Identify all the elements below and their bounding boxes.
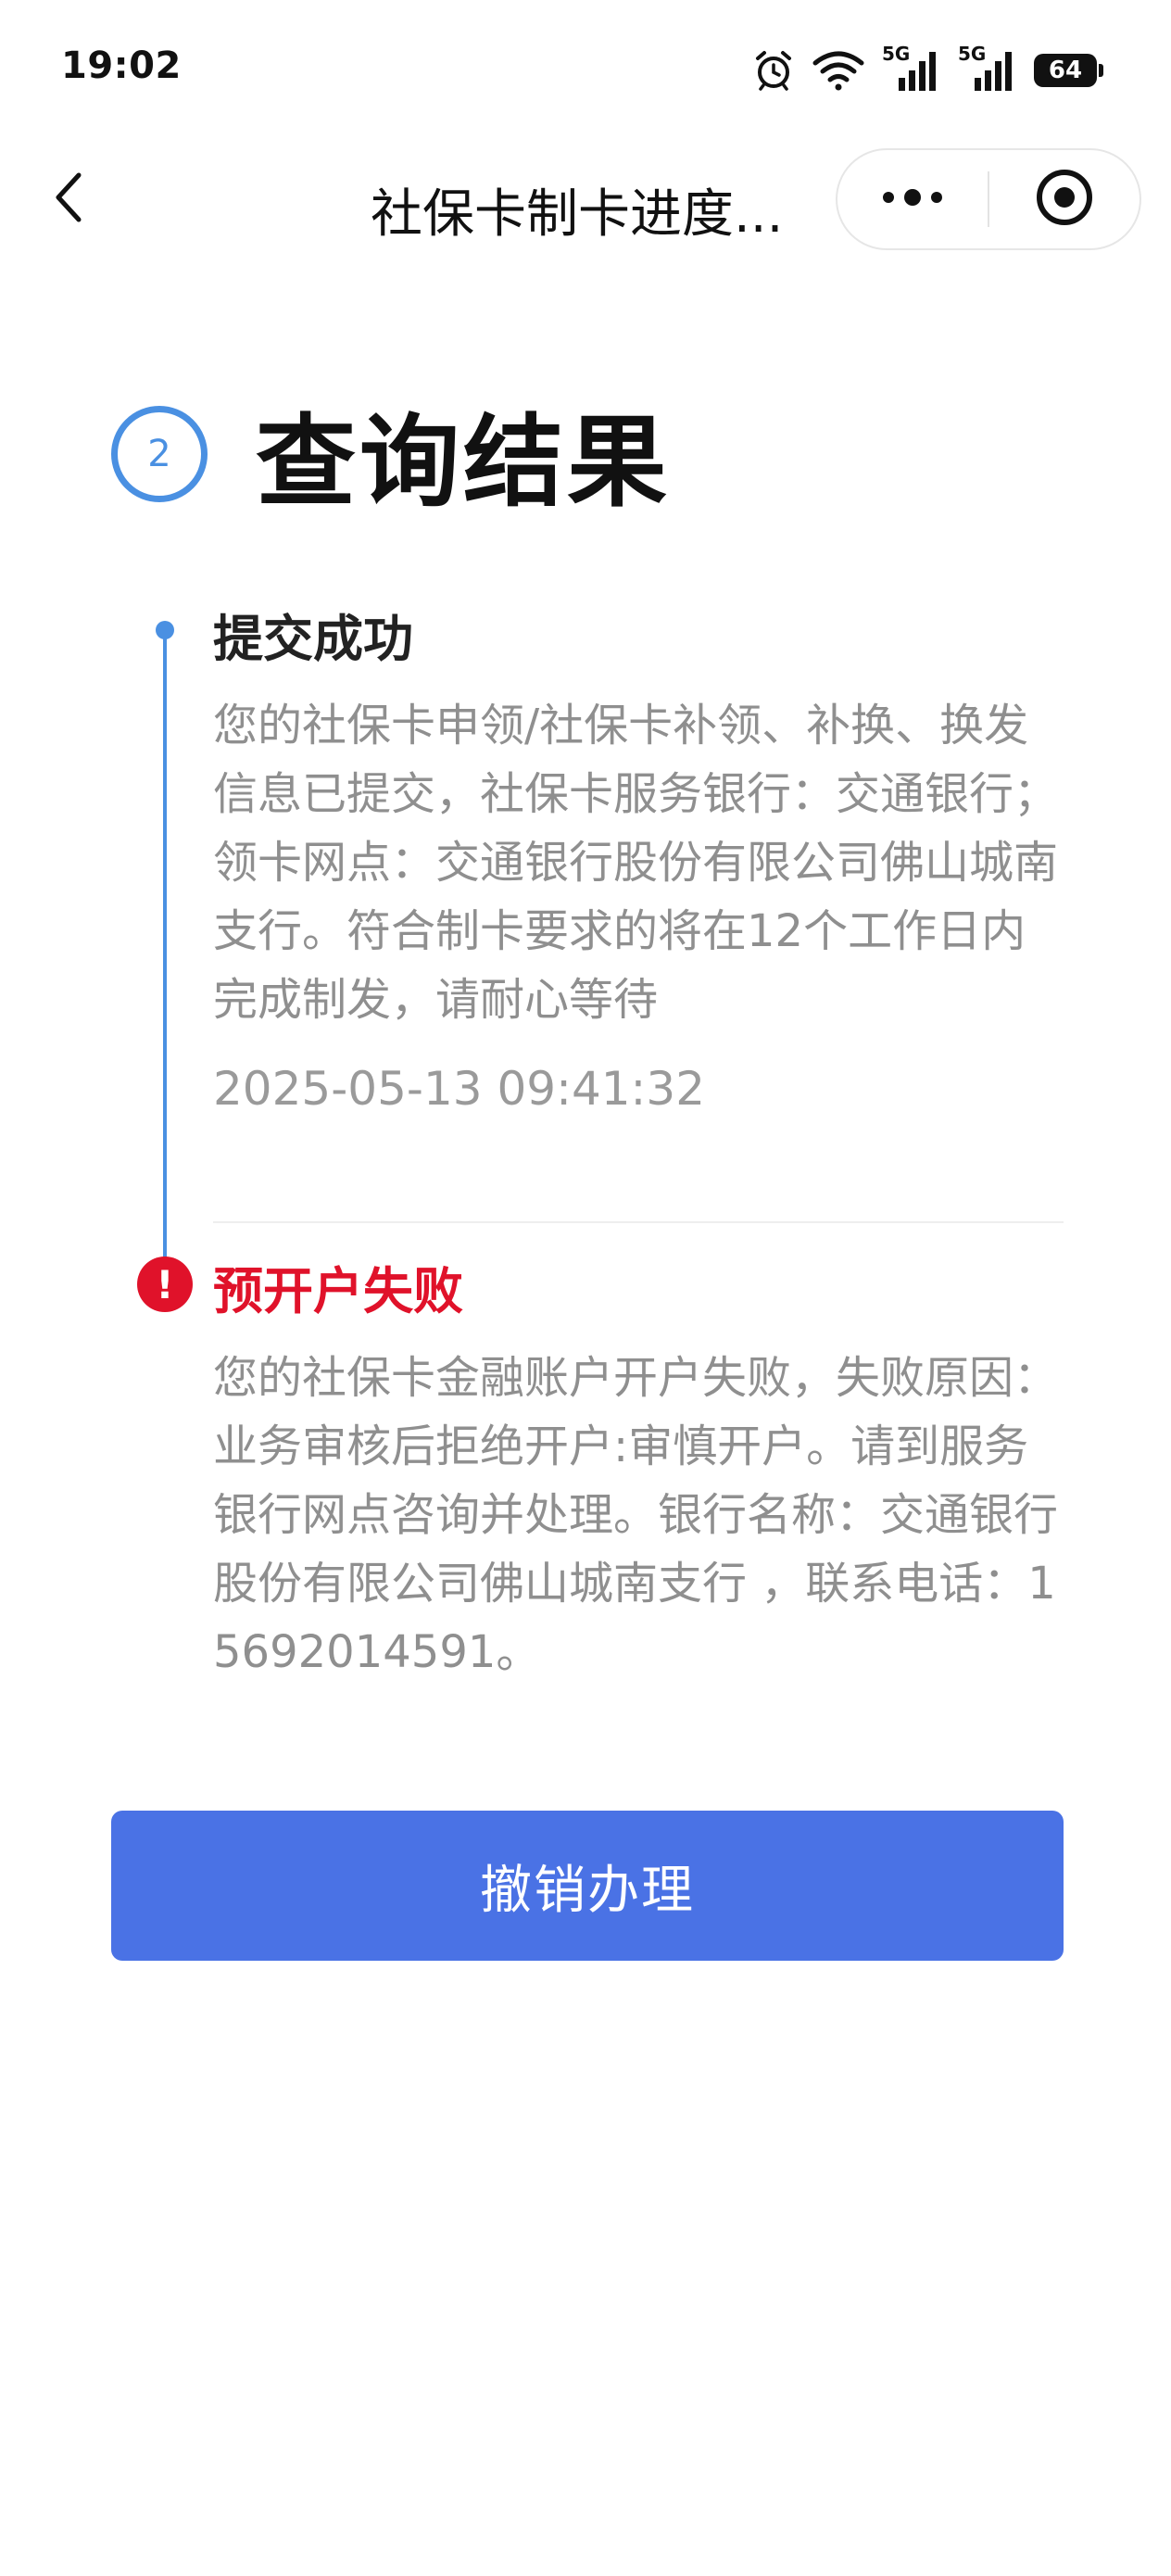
status-icons: 5G 5G 64: [752, 43, 1103, 95]
timeline-dot: [156, 621, 174, 639]
error-icon: !: [137, 1256, 193, 1312]
more-button[interactable]: [837, 150, 988, 248]
more-dots-icon: [879, 188, 946, 210]
entry-title: 提交成功: [213, 610, 413, 668]
signal-icon: 5G: [958, 43, 1017, 95]
status-bar: 19:02 5G 5G 64: [0, 0, 1171, 139]
target-close-icon: [1035, 168, 1094, 231]
entry-body: 您的社保卡申领/社保卡补领、补换、换发信息已提交，社保卡服务银行：交通银行；领卡…: [213, 700, 1059, 1026]
mini-program-capsule: [836, 148, 1141, 250]
chevron-left-icon: [51, 170, 88, 229]
nav-bar: 社保卡制卡进度...: [0, 139, 1171, 259]
entry-body: 您的社保卡金融账户开户失败，失败原因：业务审核后拒绝开户:审慎开户。请到服务银行…: [213, 1352, 1059, 1678]
entry-title: 预开户失败: [213, 1262, 463, 1320]
step-number-badge: 2: [111, 406, 208, 502]
step-header: 2 查询结果: [111, 389, 671, 521]
step-title: 查询结果: [256, 405, 672, 521]
entry-timestamp: 2025-05-13 09:41:32: [213, 1062, 706, 1116]
battery-level: 64: [1048, 57, 1083, 84]
cancel-application-button[interactable]: 撤销办理: [111, 1811, 1064, 1961]
timeline-entry-submitted: 提交成功 您的社保卡申领/社保卡补领、补换、换发信息已提交，社保卡服务银行：交通…: [213, 604, 1065, 1121]
divider: [213, 1221, 1064, 1223]
battery-icon: 64: [1034, 54, 1103, 87]
timeline-entry-failed: 预开户失败 您的社保卡金融账户开户失败，失败原因：业务审核后拒绝开户:审慎开户。…: [213, 1256, 1065, 1686]
timeline-line: [163, 628, 167, 1268]
alarm-icon: [752, 49, 795, 92]
back-button[interactable]: [37, 167, 102, 232]
close-button[interactable]: [989, 150, 1140, 248]
wifi-icon: [812, 50, 865, 91]
status-time: 19:02: [61, 44, 182, 87]
signal-icon: 5G: [882, 43, 941, 95]
page-title: 社保卡制卡进度...: [371, 184, 784, 245]
